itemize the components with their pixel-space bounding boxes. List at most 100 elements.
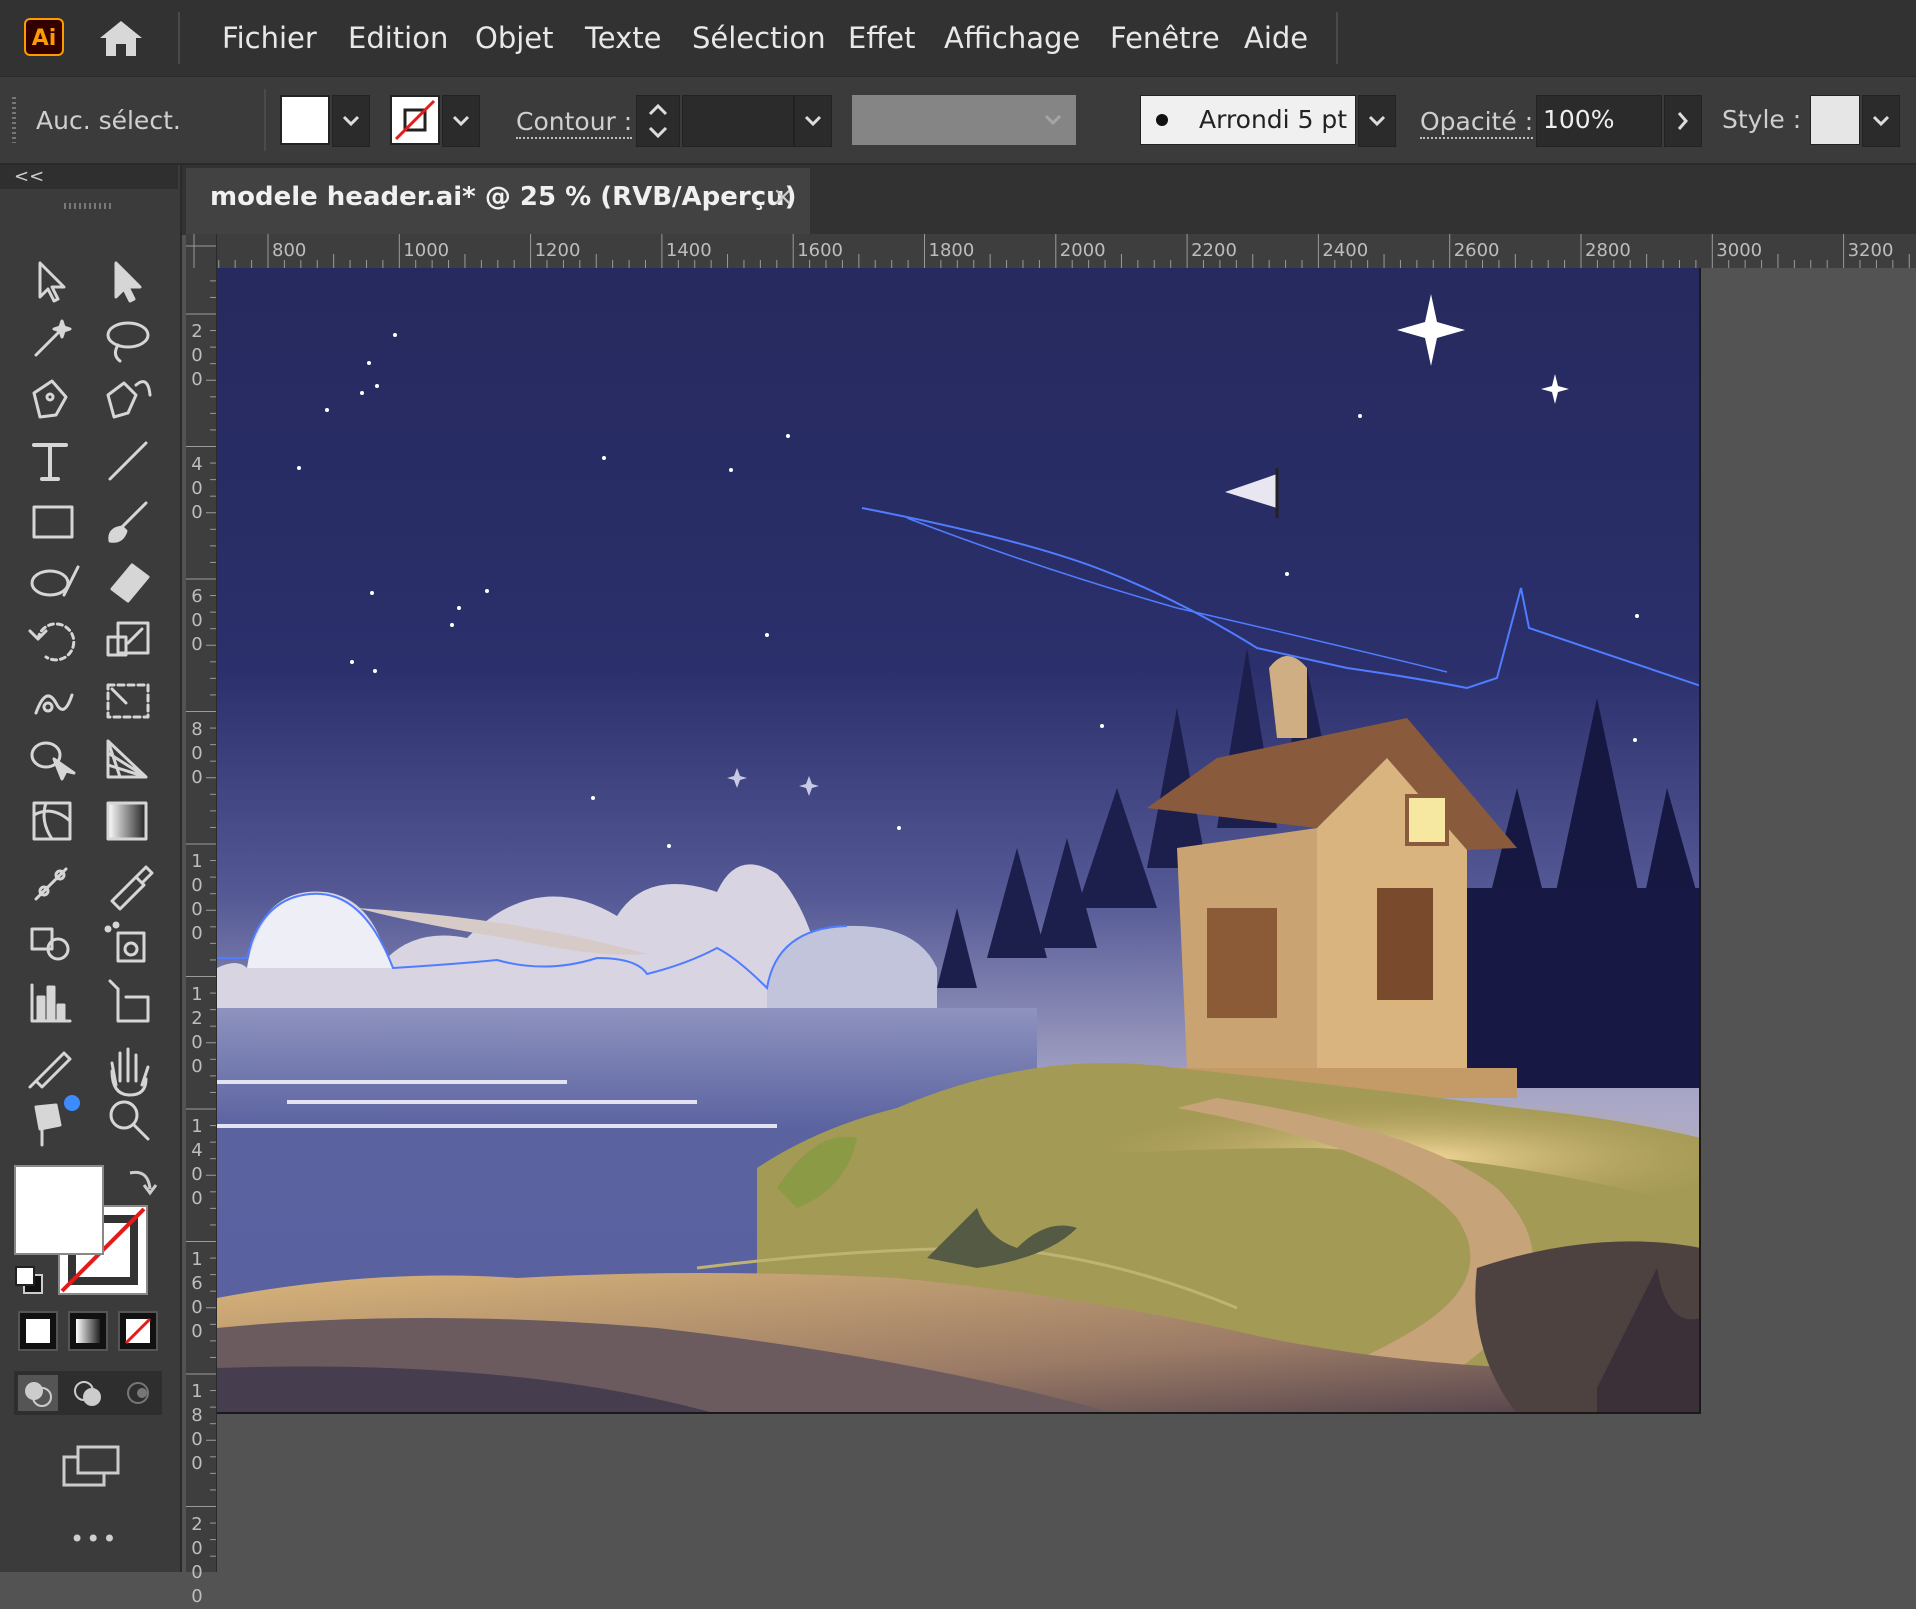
menu-effet[interactable]: Effet (848, 18, 916, 58)
opacity-input[interactable]: 100% (1536, 95, 1662, 147)
contour-label[interactable]: Contour : (516, 107, 633, 139)
ruler-label: 1600 (797, 240, 843, 261)
column-graph-tool-icon (30, 983, 72, 1023)
draw-behind-icon[interactable] (64, 1371, 112, 1415)
ruler-label: 1400 (665, 240, 712, 261)
toolbox-grip[interactable] (64, 203, 112, 209)
menubar-divider (1336, 12, 1338, 64)
ruler-label: 3000 (1716, 240, 1763, 261)
menu-affichage[interactable]: Affichage (944, 18, 1080, 58)
swap-fill-stroke-icon[interactable] (124, 1163, 158, 1197)
tool-icons (28, 261, 154, 1147)
menu-fenetre[interactable]: Fenêtre (1110, 18, 1220, 58)
menu-aide[interactable]: Aide (1244, 18, 1308, 58)
stroke-dropdown[interactable] (442, 95, 480, 147)
style-swatch[interactable] (1810, 95, 1860, 145)
zoom-tool-icon (109, 1100, 150, 1141)
menu-edition[interactable]: Edition (348, 18, 448, 58)
ruler-label: 2400 (1322, 240, 1369, 261)
screen-mode-icon[interactable] (60, 1443, 124, 1493)
free-transform-tool-icon (106, 683, 150, 719)
selection-status: Auc. sélect. (36, 106, 181, 135)
contour-stepper[interactable] (636, 95, 680, 147)
ruler-label: 400 (191, 453, 203, 523)
rotate-tool-icon (28, 622, 76, 662)
ruler-label: 1200 (534, 240, 581, 261)
brush-dropdown[interactable] (1358, 95, 1396, 147)
chevron-down-icon (1872, 115, 1890, 127)
contour-weight-input[interactable] (682, 95, 794, 147)
selection-tool-icon (38, 261, 66, 303)
fill-swatch[interactable] (280, 95, 330, 145)
no-stroke-icon (394, 99, 436, 141)
ruler-label: 1000 (191, 851, 203, 944)
menu-texte[interactable]: Texte (585, 18, 662, 58)
stroke-swatch[interactable] (390, 95, 440, 145)
ruler-label: 2600 (1453, 240, 1500, 261)
home-icon (100, 21, 142, 56)
hand-tool-icon (110, 1047, 150, 1097)
lasso-tool-icon (106, 321, 150, 363)
mesh-tool-icon (32, 801, 72, 841)
ruler-label: 1400 (191, 1116, 203, 1209)
warp-tool-icon (34, 693, 74, 715)
chevron-down-icon (1044, 114, 1062, 126)
home-button[interactable] (96, 18, 146, 58)
contour-weight-dropdown[interactable] (794, 95, 832, 147)
toolbox-header: << (0, 165, 178, 189)
scale-tool-icon (106, 621, 150, 657)
magic-wand-tool-icon (34, 319, 72, 357)
brush-label: Arrondi 5 pt (1199, 105, 1348, 134)
document-tab-title: modele header.ai* @ 25 % (RVB/Aperçu) (210, 182, 797, 212)
stepper-arrows-icon (648, 103, 668, 139)
style-dropdown[interactable] (1862, 95, 1900, 147)
draw-normal-icon[interactable] (14, 1371, 62, 1415)
puppet-warp-tool-icon (28, 1051, 72, 1089)
fill-color-box[interactable] (14, 1165, 104, 1255)
ruler-label: 1800 (928, 240, 975, 261)
menu-selection[interactable]: Sélection (692, 18, 826, 58)
vertical-ruler[interactable]: 200 400 600 800 1000 1200 1400 1600 1800 2000 (186, 268, 217, 1607)
artboard-illustration[interactable] (217, 268, 1702, 1414)
edit-toolbar-button[interactable]: ••• (70, 1525, 118, 1553)
type-tool-icon (32, 443, 68, 481)
curvature-tool-icon (106, 380, 152, 419)
paintbrush-tool-icon (108, 501, 148, 543)
color-mode-button[interactable] (18, 1311, 58, 1351)
ruler-label: 1200 (191, 983, 203, 1077)
chevron-down-icon (1368, 115, 1386, 127)
gradient-mode-button[interactable] (68, 1311, 108, 1351)
fill-dropdown[interactable] (332, 95, 370, 147)
eraser-tool-icon (110, 563, 150, 603)
artboard-tool-icon (108, 979, 150, 1023)
variable-width-profile[interactable] (852, 95, 1076, 145)
control-bar-grip[interactable] (12, 97, 16, 143)
opacity-popup-button[interactable] (1664, 95, 1702, 147)
eyedropper-tool-icon (110, 865, 154, 911)
ruler-label: 600 (191, 586, 203, 655)
puppet-tool-icon (34, 1103, 62, 1147)
app-logo: Ai (24, 18, 64, 56)
menu-objet[interactable]: Objet (475, 18, 554, 58)
chevron-right-icon (1677, 112, 1688, 130)
pen-tool-icon (32, 379, 68, 419)
horizontal-ruler[interactable]: 800 1000 1200 1400 1600 1800 2000 2200 2400 2600 2… (186, 234, 1916, 269)
direct-selection-tool-icon (114, 261, 142, 303)
brush-definition[interactable]: Arrondi 5 pt (1140, 95, 1356, 145)
opacity-label[interactable]: Opacité : (1420, 107, 1534, 139)
menubar-divider (178, 12, 180, 64)
perspective-grid-tool-icon (106, 739, 148, 779)
draw-inside-icon[interactable] (114, 1371, 162, 1415)
none-mode-button[interactable] (118, 1311, 158, 1351)
shape-builder-tool-icon (30, 741, 76, 781)
collapse-toolbox-button[interactable]: << (14, 165, 44, 189)
ruler-origin[interactable] (186, 234, 217, 268)
default-colors-icon[interactable] (12, 1263, 46, 1297)
ruler-label: 800 (191, 718, 203, 788)
close-tab-button[interactable]: × (772, 182, 794, 212)
document-tab[interactable]: modele header.ai* @ 25 % (RVB/Aperçu) × (186, 168, 810, 234)
menu-fichier[interactable]: Fichier (222, 18, 317, 58)
line-segment-tool-icon (108, 441, 148, 481)
divider (264, 89, 266, 151)
ruler-label: 2800 (1585, 240, 1631, 261)
